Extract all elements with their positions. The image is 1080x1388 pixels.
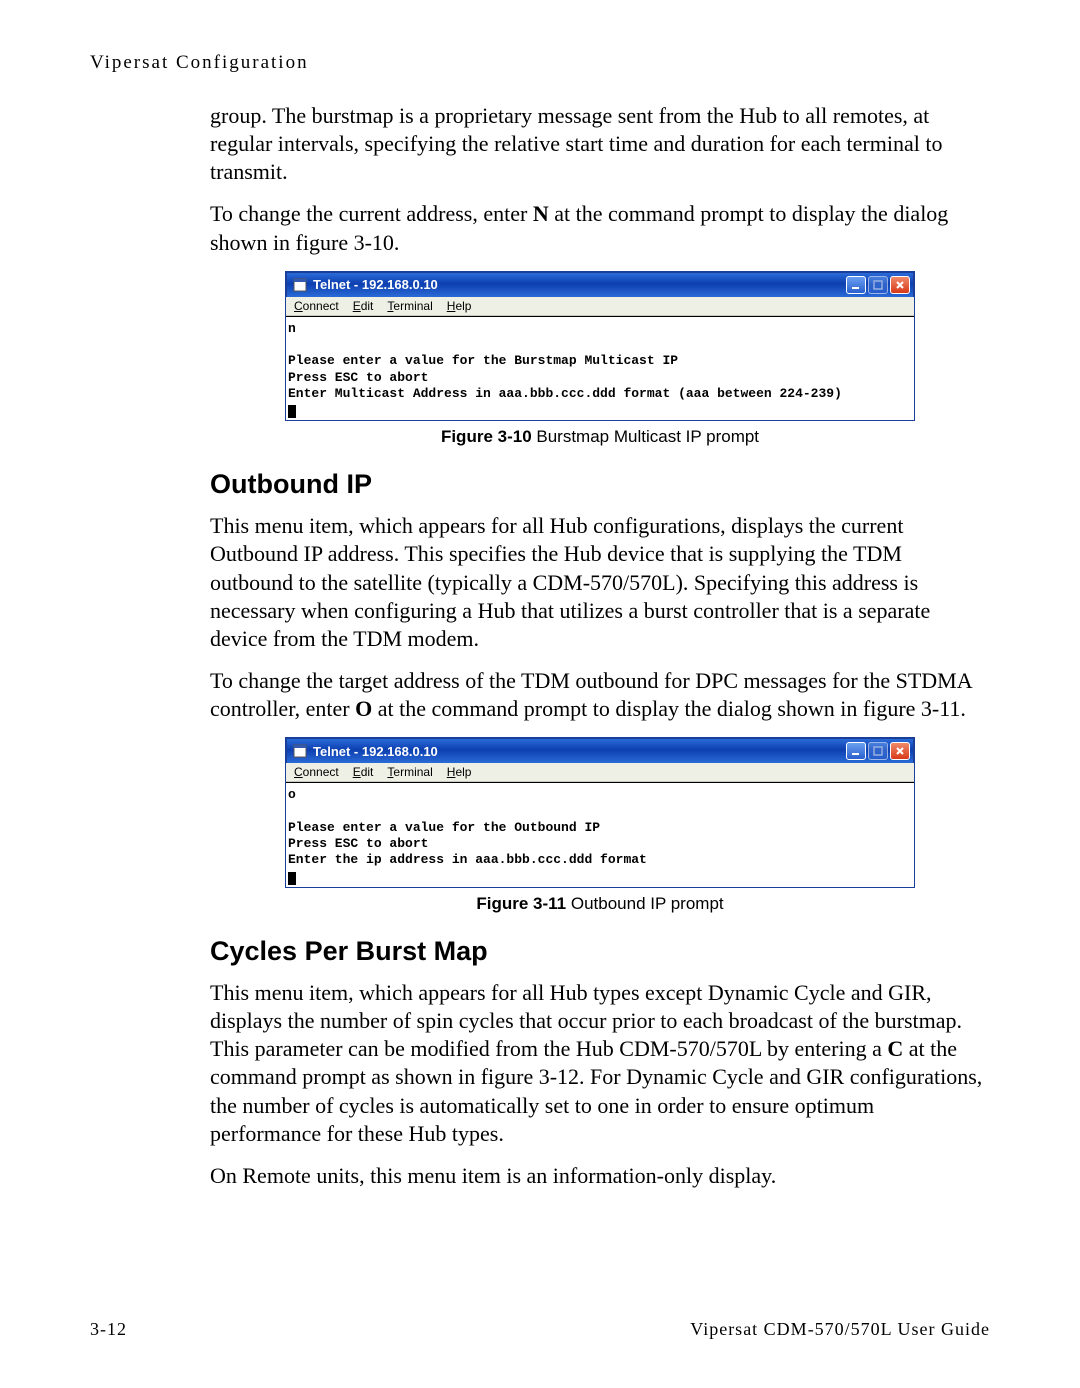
menu-help[interactable]: Help xyxy=(447,765,472,779)
window-menubar: Connect Edit Terminal Help xyxy=(286,763,914,782)
outbound-paragraph-1: This menu item, which appears for all Hu… xyxy=(210,512,990,653)
minimize-button[interactable] xyxy=(846,742,866,760)
terminal-output[interactable]: o Please enter a value for the Outbound … xyxy=(286,782,914,887)
text: at the command prompt to display the dia… xyxy=(372,696,966,721)
cycles-paragraph-2: On Remote units, this menu item is an in… xyxy=(210,1162,990,1190)
menu-terminal[interactable]: Terminal xyxy=(387,765,432,779)
telnet-window-outbound: Telnet - 192.168.0.10 Connect Edit Term xyxy=(285,737,915,888)
terminal-output[interactable]: n Please enter a value for the Burstmap … xyxy=(286,316,914,421)
page-number: 3-12 xyxy=(90,1319,127,1340)
menu-connect[interactable]: Connect xyxy=(294,765,339,779)
close-button[interactable] xyxy=(890,742,910,760)
menu-edit[interactable]: Edit xyxy=(353,765,374,779)
maximize-button[interactable] xyxy=(868,742,888,760)
window-menubar: Connect Edit Terminal Help xyxy=(286,297,914,316)
figure-caption-3-10: Figure 3-10 Burstmap Multicast IP prompt xyxy=(210,427,990,447)
key-n: N xyxy=(533,201,549,226)
cycles-paragraph-1: This menu item, which appears for all Hu… xyxy=(210,979,990,1148)
running-head: Vipersat Configuration xyxy=(90,52,990,74)
window-title: Telnet - 192.168.0.10 xyxy=(313,277,846,292)
window-titlebar[interactable]: Telnet - 192.168.0.10 xyxy=(286,272,914,297)
minimize-button[interactable] xyxy=(846,276,866,294)
body-column: group. The burstmap is a proprietary mes… xyxy=(210,102,990,1190)
menu-help[interactable]: Help xyxy=(447,299,472,313)
intro-paragraph-2: To change the current address, enter N a… xyxy=(210,200,990,256)
text: This menu item, which appears for all Hu… xyxy=(210,980,962,1061)
cursor-icon xyxy=(288,872,296,885)
window-title: Telnet - 192.168.0.10 xyxy=(313,744,846,759)
menu-terminal[interactable]: Terminal xyxy=(387,299,432,313)
figure-text: Outbound IP prompt xyxy=(566,894,724,913)
menu-edit[interactable]: Edit xyxy=(353,299,374,313)
app-icon xyxy=(293,744,307,758)
intro-paragraph-1: group. The burstmap is a proprietary mes… xyxy=(210,102,990,186)
telnet-window-burstmap: Telnet - 192.168.0.10 Connect Edit Term xyxy=(285,271,915,422)
heading-outbound-ip: Outbound IP xyxy=(210,469,990,500)
heading-cycles-per-burst-map: Cycles Per Burst Map xyxy=(210,936,990,967)
figure-caption-3-11: Figure 3-11 Outbound IP prompt xyxy=(210,894,990,914)
window-titlebar[interactable]: Telnet - 192.168.0.10 xyxy=(286,738,914,763)
figure-label: Figure 3-10 xyxy=(441,427,532,446)
close-button[interactable] xyxy=(890,276,910,294)
page-footer: 3-12 Vipersat CDM-570/570L User Guide xyxy=(90,1319,990,1340)
menu-connect[interactable]: Connect xyxy=(294,299,339,313)
text: To change the current address, enter xyxy=(210,201,533,226)
key-c: C xyxy=(887,1036,903,1061)
figure-text: Burstmap Multicast IP prompt xyxy=(532,427,759,446)
cursor-icon xyxy=(288,405,296,418)
footer-guide-title: Vipersat CDM-570/570L User Guide xyxy=(690,1319,990,1340)
figure-label: Figure 3-11 xyxy=(476,894,566,913)
app-icon xyxy=(293,278,307,292)
window-buttons xyxy=(846,742,910,760)
key-o: O xyxy=(355,696,372,721)
maximize-button[interactable] xyxy=(868,276,888,294)
window-buttons xyxy=(846,276,910,294)
outbound-paragraph-2: To change the target address of the TDM … xyxy=(210,667,990,723)
page: Vipersat Configuration group. The burstm… xyxy=(0,0,1080,1388)
